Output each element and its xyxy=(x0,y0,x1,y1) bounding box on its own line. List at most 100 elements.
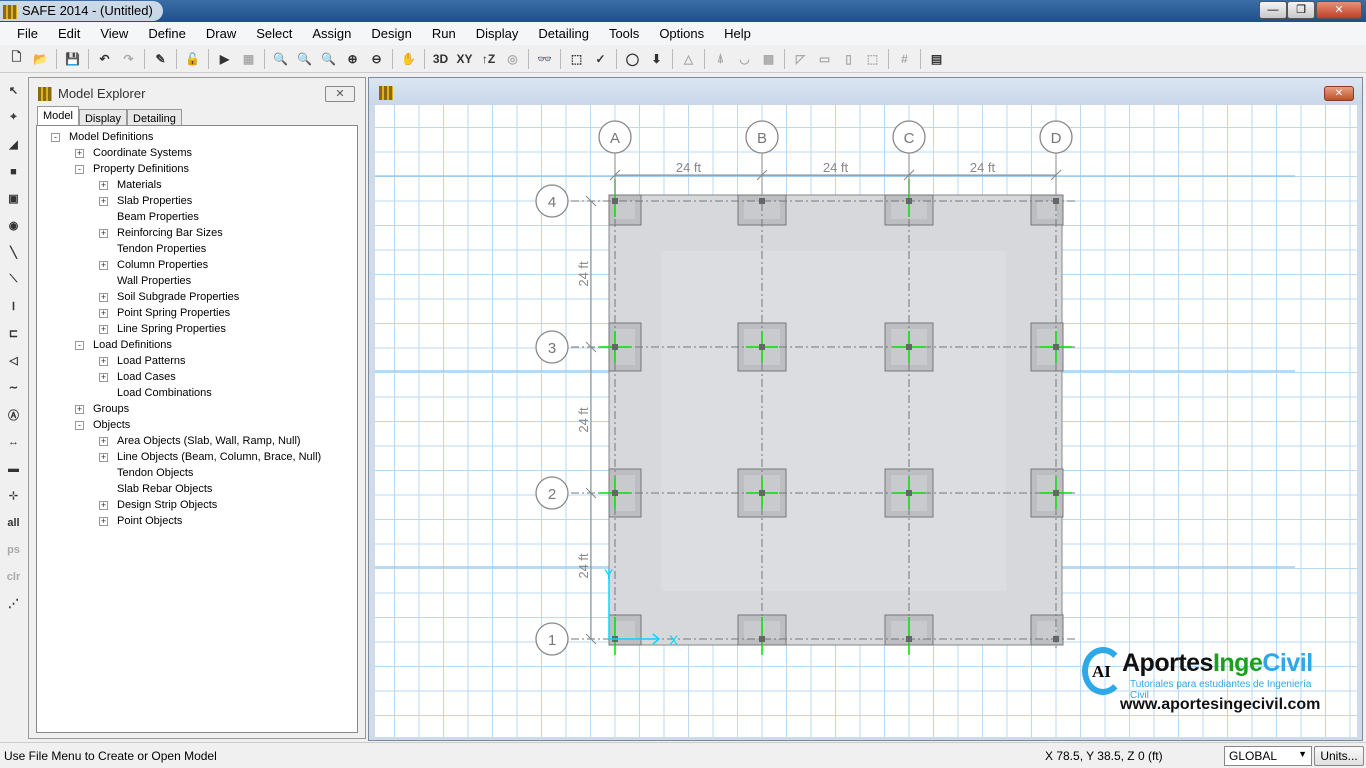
triangle-icon[interactable]: △ xyxy=(678,48,699,69)
pan-icon[interactable]: ✋ xyxy=(398,48,419,69)
expand-icon[interactable]: + xyxy=(99,197,108,206)
maximize-button[interactable]: ❐ xyxy=(1287,1,1315,19)
minimize-button[interactable]: — xyxy=(1259,1,1287,19)
zoom-out-icon[interactable]: ⊖ xyxy=(366,48,387,69)
tree-item[interactable]: + Coordinate Systems xyxy=(37,145,357,161)
glasses-icon[interactable]: 👓 xyxy=(534,48,555,69)
menu-display[interactable]: Display xyxy=(466,22,529,45)
grid-icon[interactable]: # xyxy=(894,48,915,69)
column-icon[interactable]: ▯ xyxy=(838,48,859,69)
lock-icon[interactable]: 🔓 xyxy=(182,48,203,69)
collapse-icon[interactable]: - xyxy=(75,341,84,350)
deformed-icon[interactable]: ◡ xyxy=(734,48,755,69)
menu-help[interactable]: Help xyxy=(714,22,761,45)
tree-item[interactable]: + Point Objects xyxy=(37,513,357,529)
tree-item[interactable]: + Load Patterns xyxy=(37,353,357,369)
tree-item[interactable]: Beam Properties xyxy=(37,209,357,225)
redo-icon[interactable]: ↷ xyxy=(118,48,139,69)
tree-item[interactable]: - Load Definitions xyxy=(37,337,357,353)
check-icon[interactable]: ✓ xyxy=(590,48,611,69)
view-3d-icon[interactable]: 3D xyxy=(430,48,451,69)
rotate-icon[interactable]: ◎ xyxy=(502,48,523,69)
expand-icon[interactable]: + xyxy=(99,357,108,366)
zoom-in-icon[interactable]: ⊕ xyxy=(342,48,363,69)
expand-icon[interactable]: + xyxy=(99,293,108,302)
tree-item[interactable]: Slab Rebar Objects xyxy=(37,481,357,497)
draw-point-icon[interactable]: ▣ xyxy=(3,188,24,209)
new-file-icon[interactable]: 🗋 xyxy=(6,48,27,69)
punching-icon[interactable]: ⬚ xyxy=(862,48,883,69)
pointer-icon[interactable]: ↖ xyxy=(3,80,24,101)
expand-icon[interactable]: + xyxy=(99,373,108,382)
undo-icon[interactable]: ↶ xyxy=(94,48,115,69)
view-xy-icon[interactable]: XY xyxy=(454,48,475,69)
open-folder-icon[interactable]: 📂 xyxy=(30,48,51,69)
expand-icon[interactable]: + xyxy=(99,309,108,318)
dimension-icon[interactable]: ↔ xyxy=(3,431,24,452)
expand-icon[interactable]: + xyxy=(75,149,84,158)
tree-item[interactable]: - Model Definitions xyxy=(37,129,357,145)
tree-item[interactable]: + Slab Properties xyxy=(37,193,357,209)
tree-item[interactable]: + Materials xyxy=(37,177,357,193)
tree-item[interactable]: + Column Properties xyxy=(37,257,357,273)
tree-item[interactable]: + Area Objects (Slab, Wall, Ramp, Null) xyxy=(37,433,357,449)
zoom-window-icon[interactable]: 🔍 xyxy=(270,48,291,69)
units-button[interactable]: Units... xyxy=(1314,746,1364,766)
menu-define[interactable]: Define xyxy=(138,22,196,45)
menu-detailing[interactable]: Detailing xyxy=(528,22,599,45)
strip-icon[interactable]: ▬ xyxy=(3,458,24,479)
tree-item[interactable]: + Design Strip Objects xyxy=(37,497,357,513)
tree-item[interactable]: + Line Objects (Beam, Column, Brace, Null… xyxy=(37,449,357,465)
beam-icon[interactable]: ▭ xyxy=(814,48,835,69)
circle-icon[interactable]: ◯ xyxy=(622,48,643,69)
collapse-icon[interactable]: - xyxy=(51,133,60,142)
menu-edit[interactable]: Edit xyxy=(48,22,90,45)
zoom-full-icon[interactable]: 🔍 xyxy=(294,48,315,69)
draw-line-icon[interactable]: ╲ xyxy=(3,242,24,263)
menu-assign[interactable]: Assign xyxy=(302,22,361,45)
draw-beam-icon[interactable]: ⊏ xyxy=(3,323,24,344)
draw-wall-icon[interactable]: ◁ xyxy=(3,350,24,371)
tree-item[interactable]: - Objects xyxy=(37,417,357,433)
menu-view[interactable]: View xyxy=(90,22,138,45)
table-icon[interactable]: ▤ xyxy=(926,48,947,69)
view-close-button[interactable]: ✕ xyxy=(1324,86,1354,101)
assign-load-icon[interactable]: ⬇ xyxy=(646,48,667,69)
save-icon[interactable]: 💾 xyxy=(62,48,83,69)
tree-item[interactable]: Tendon Properties xyxy=(37,241,357,257)
expand-icon[interactable]: + xyxy=(99,501,108,510)
draw-column-icon[interactable]: Ⅰ xyxy=(3,296,24,317)
pencil-icon[interactable]: ✎ xyxy=(150,48,171,69)
tree-item[interactable]: + Line Spring Properties xyxy=(37,321,357,337)
expand-icon[interactable]: + xyxy=(99,229,108,238)
menu-file[interactable]: File xyxy=(7,22,48,45)
tree-item[interactable]: + Reinforcing Bar Sizes xyxy=(37,225,357,241)
close-button[interactable]: ✕ xyxy=(1316,1,1362,19)
all-button[interactable]: all xyxy=(3,512,24,533)
expand-icon[interactable]: + xyxy=(99,181,108,190)
tree-item[interactable]: + Soil Subgrade Properties xyxy=(37,289,357,305)
menu-tools[interactable]: Tools xyxy=(599,22,649,45)
draw-rectangle-icon[interactable]: ■ xyxy=(3,161,24,182)
expand-icon[interactable]: + xyxy=(99,261,108,270)
menu-design[interactable]: Design xyxy=(361,22,421,45)
draw-line-region-icon[interactable]: ⟍ xyxy=(3,269,24,290)
menu-select[interactable]: Select xyxy=(246,22,302,45)
expand-icon[interactable]: + xyxy=(99,325,108,334)
collapse-icon[interactable]: - xyxy=(75,421,84,430)
draw-circle-icon[interactable]: ◉ xyxy=(3,215,24,236)
menu-draw[interactable]: Draw xyxy=(196,22,246,45)
menu-run[interactable]: Run xyxy=(422,22,466,45)
zoom-previous-icon[interactable]: 🔍 xyxy=(318,48,339,69)
run-icon[interactable]: ▶ xyxy=(214,48,235,69)
select-icon[interactable]: ⬚ xyxy=(566,48,587,69)
view-z-icon[interactable]: ↑Z xyxy=(478,48,499,69)
expand-icon[interactable]: + xyxy=(99,517,108,526)
tree-item[interactable]: + Point Spring Properties xyxy=(37,305,357,321)
draw-tendon-icon[interactable]: ∼ xyxy=(3,377,24,398)
support-icon[interactable]: ⍋ xyxy=(710,48,731,69)
expand-icon[interactable]: + xyxy=(75,405,84,414)
strip-icon[interactable]: ◸ xyxy=(790,48,811,69)
tree-item[interactable]: Tendon Objects xyxy=(37,465,357,481)
tree-item[interactable]: Load Combinations xyxy=(37,385,357,401)
